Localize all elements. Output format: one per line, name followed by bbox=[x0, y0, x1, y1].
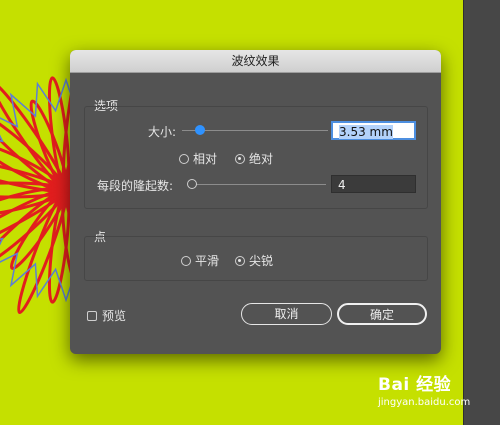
radio-selected-icon bbox=[235, 255, 245, 266]
radio-selected-icon bbox=[235, 153, 245, 164]
baidu-watermark: Bai 经验 jingyan.baidu.com bbox=[378, 370, 470, 408]
cancel-button[interactable]: 取消 bbox=[241, 303, 332, 325]
smooth-radio[interactable]: 平滑 bbox=[181, 252, 219, 269]
preview-checkbox[interactable]: 预览 bbox=[87, 307, 126, 324]
radio-unselected-icon bbox=[181, 255, 191, 266]
corner-radio[interactable]: 尖锐 bbox=[235, 252, 273, 269]
ridges-label: 每段的隆起数: bbox=[97, 179, 174, 193]
size-slider-knob[interactable] bbox=[195, 125, 205, 135]
radio-unselected-icon bbox=[179, 153, 189, 164]
ok-button[interactable]: 确定 bbox=[337, 303, 427, 325]
absolute-radio[interactable]: 绝对 bbox=[235, 150, 273, 167]
ridges-slider-track[interactable] bbox=[192, 184, 326, 185]
size-input[interactable]: 3.53 mm bbox=[331, 121, 416, 140]
size-label: 大小: bbox=[148, 125, 177, 139]
ridges-input[interactable]: 4 bbox=[331, 175, 416, 193]
checkbox-icon bbox=[87, 310, 97, 321]
zigzag-dialog: 波纹效果 选项 大小: 3.53 mm 相对 绝对 每段的隆起数: 4 点 平滑… bbox=[70, 50, 441, 354]
dialog-title: 波纹效果 bbox=[70, 50, 441, 73]
watermark-url: jingyan.baidu.com bbox=[378, 397, 471, 408]
baidu-logo: Bai 经验 bbox=[378, 375, 452, 395]
ridges-slider-knob[interactable] bbox=[187, 179, 197, 189]
relative-radio[interactable]: 相对 bbox=[179, 150, 217, 167]
right-panel-strip bbox=[463, 0, 500, 425]
